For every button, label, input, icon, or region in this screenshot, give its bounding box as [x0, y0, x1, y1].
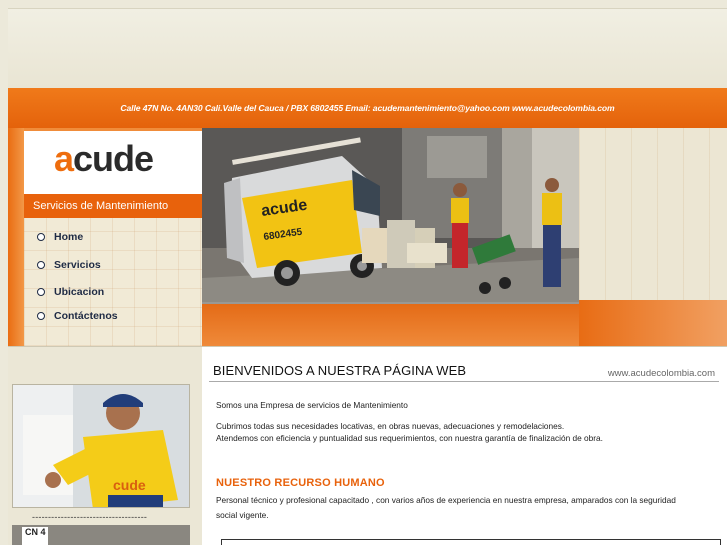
paragraph-line: Cubrimos todas sus necesidades locativas… [216, 421, 565, 431]
worker-plumbing-photo: cude [12, 384, 190, 508]
content-box-border [221, 539, 721, 545]
left-orange-strip [8, 128, 24, 346]
right-orange-strip [579, 300, 727, 346]
logo-box[interactable]: acude [24, 128, 202, 194]
nav-item-label: Ubicacion [54, 286, 105, 298]
nav-item-label: Home [54, 231, 84, 243]
main-content: BIENVENIDOS A NUESTRA PÁGINA WEB www.acu… [202, 347, 727, 545]
hero-photo-van-workers: acude 6802455 [202, 128, 579, 304]
intro-text: Somos una Empresa de servicios de Manten… [216, 400, 408, 410]
right-map-panel [579, 128, 727, 300]
circle-bullet-icon [37, 261, 45, 269]
paragraph-line: Personal técnico y profesional capacitad… [216, 495, 676, 505]
circle-bullet-icon [37, 312, 45, 320]
paragraph-line: social vigente. [216, 510, 269, 520]
circle-bullet-icon [37, 288, 45, 296]
section-heading: NUESTRO RECURSO HUMANO [216, 477, 385, 489]
top-banner-band [8, 8, 727, 88]
photo-sign: CN 4 [22, 527, 48, 545]
photo-separator: ------------------------------------ [32, 512, 148, 522]
nav-item-servicios[interactable]: Servicios [37, 257, 101, 273]
second-photo: CN 4 [12, 525, 190, 545]
hero-orange-strip [202, 304, 579, 346]
paragraph-line: Atendemos con eficiencia y puntualidad s… [216, 433, 603, 443]
services-title-bar: Servicios de Mantenimiento [24, 194, 202, 218]
nav-item-ubicacion[interactable]: Ubicacion [37, 284, 104, 300]
nav-item-label: Servicios [54, 259, 101, 271]
site-url-link[interactable]: www.acudecolombia.com [608, 368, 715, 379]
acude-logo: acude [54, 138, 154, 179]
nav-item-contactenos[interactable]: Contáctenos [37, 308, 118, 324]
contact-address-bar: Calle 47N No. 4AN30 Cali.Valle del Cauca… [8, 88, 727, 128]
nav-item-label: Contáctenos [54, 310, 118, 322]
shirt-logo-text: cude [113, 477, 146, 493]
nav-item-home[interactable]: Home [37, 229, 83, 245]
circle-bullet-icon [37, 233, 45, 241]
page-title: BIENVENIDOS A NUESTRA PÁGINA WEB [213, 363, 467, 378]
sidebar-nav: Home Servicios Ubicacion Contáctenos [24, 218, 202, 346]
title-underline [209, 381, 719, 382]
